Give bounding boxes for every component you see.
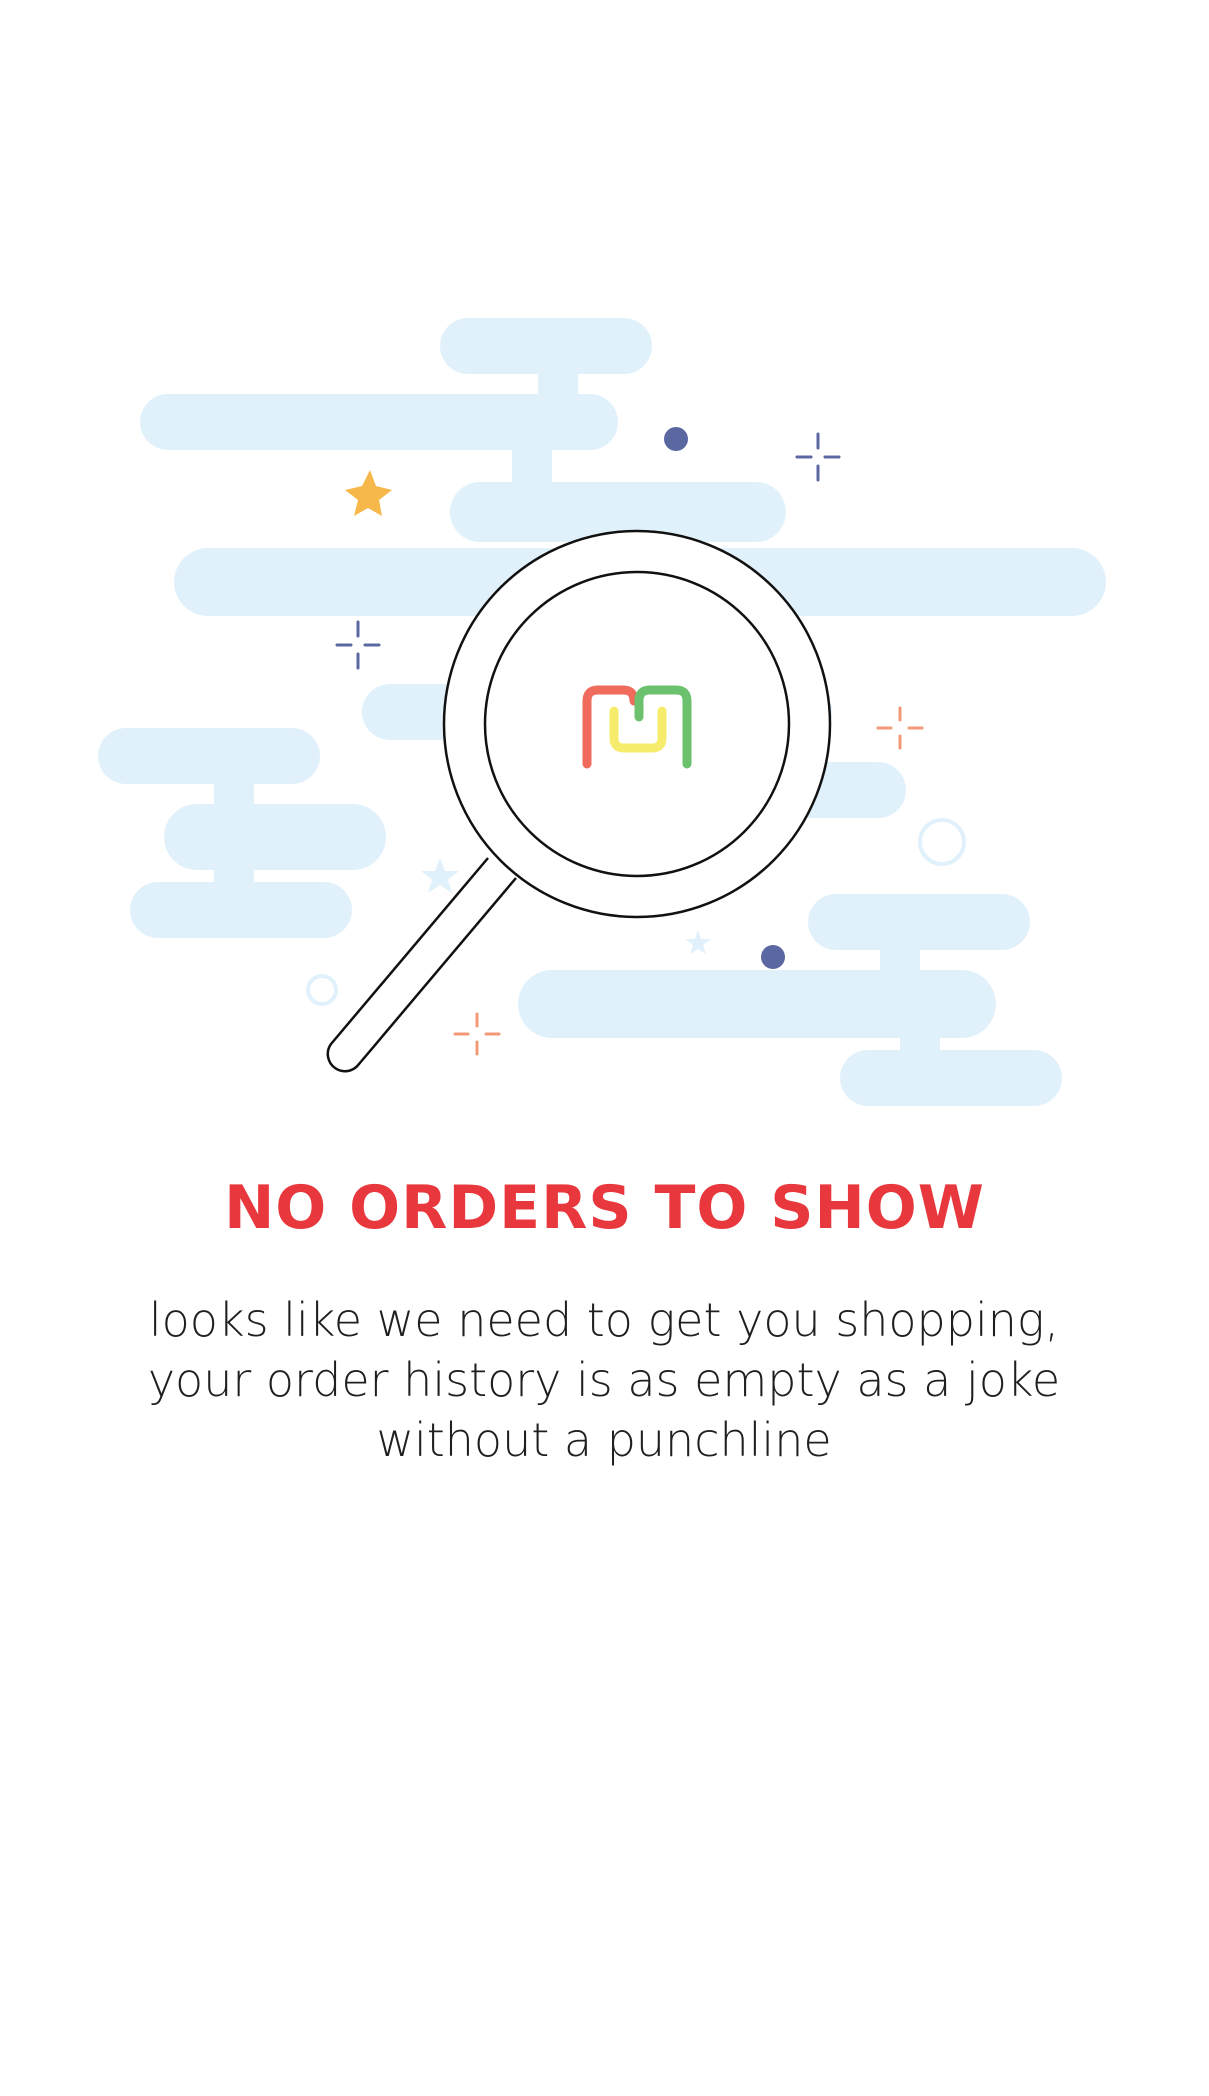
star-decoration <box>421 858 459 893</box>
cloud <box>840 1050 1062 1106</box>
sparkle-icon <box>876 706 924 750</box>
ring-decoration <box>306 974 338 1006</box>
empty-state-message: looks like we need to get you shopping, … <box>104 1290 1104 1470</box>
empty-state-message-line: your order history is as empty as a joke <box>147 1353 1061 1407</box>
magnifier-lens <box>483 570 791 878</box>
cloud <box>880 940 920 980</box>
sparkle-icon <box>795 432 841 482</box>
sparkle-icon <box>335 620 381 670</box>
cloud <box>440 318 652 374</box>
ring-decoration <box>918 818 966 866</box>
magnifier-handle <box>326 857 517 1073</box>
cloud <box>900 1026 940 1066</box>
cloud <box>214 858 254 898</box>
dot-decoration <box>664 427 688 451</box>
cloud <box>164 804 386 870</box>
star-decoration <box>685 930 711 954</box>
cloud <box>512 440 552 490</box>
empty-orders-illustration <box>98 318 1106 1106</box>
star-icon <box>345 470 392 516</box>
cloud <box>98 728 320 784</box>
cloud <box>214 776 254 816</box>
empty-state-message-line: looks like we need to get you shopping, <box>148 1293 1060 1347</box>
empty-orders-screen: NO ORDERS TO SHOW looks like we need to … <box>0 0 1209 2096</box>
dot-decoration <box>761 945 785 969</box>
empty-state-message-line: without a punchline <box>376 1413 832 1467</box>
empty-state-title: NO ORDERS TO SHOW <box>224 1173 985 1243</box>
cloud <box>538 372 578 412</box>
sparkle-icon <box>453 1012 501 1056</box>
